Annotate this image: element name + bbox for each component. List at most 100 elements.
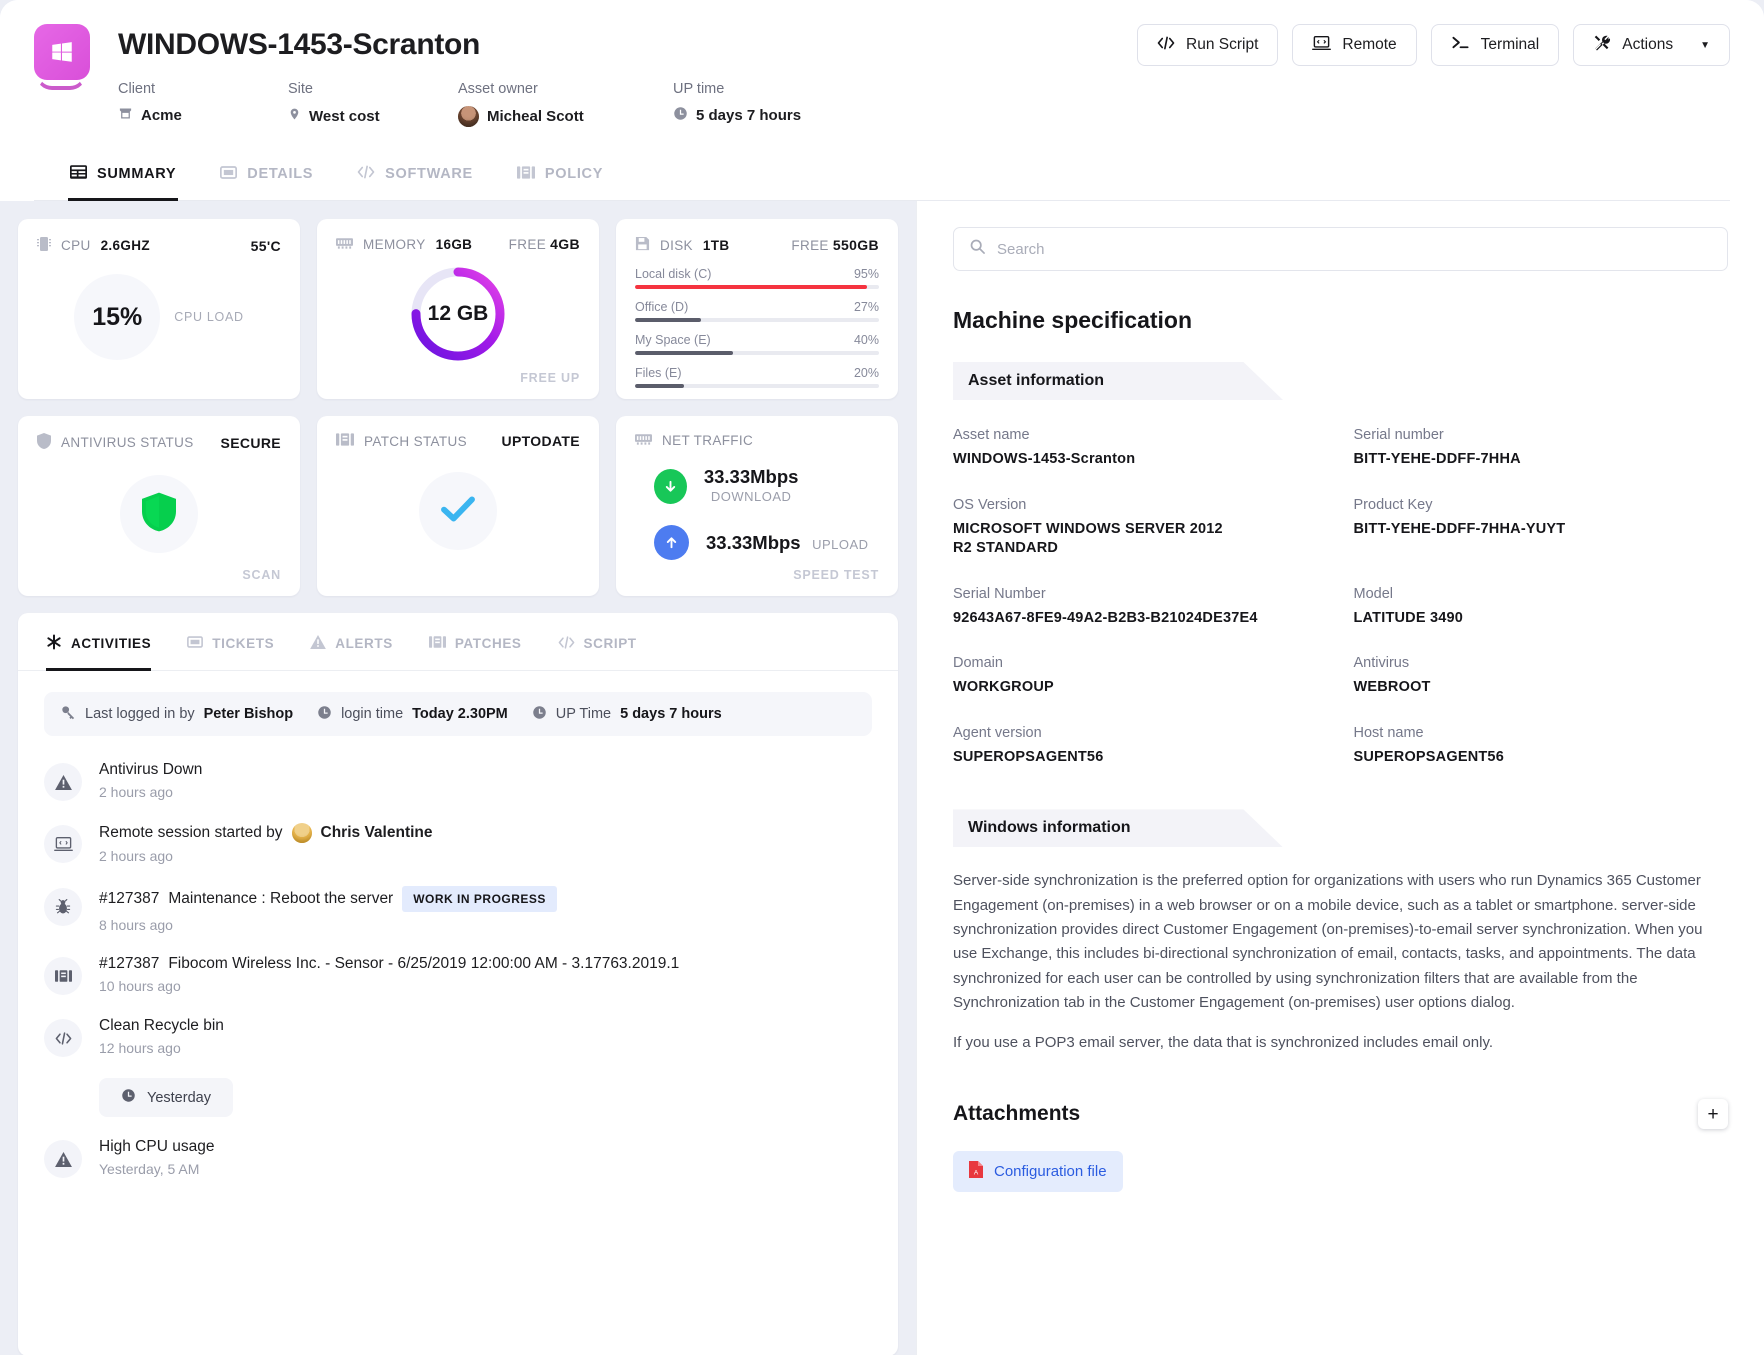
details-icon bbox=[220, 166, 237, 183]
remote-button[interactable]: Remote bbox=[1292, 24, 1416, 66]
meta-asset-owner: Asset owner Micheal Scott bbox=[458, 81, 673, 127]
disk-value: 1TB bbox=[703, 238, 730, 253]
spec-field: Model LATITUDE 3490 bbox=[1354, 586, 1729, 629]
asset-information-header: Asset information bbox=[953, 362, 1283, 400]
tab-label: PATCHES bbox=[455, 636, 522, 651]
activity-title: High CPU usage bbox=[99, 1138, 214, 1156]
asterisk-icon bbox=[46, 634, 62, 653]
actions-button[interactable]: Actions ▼ bbox=[1573, 24, 1730, 66]
meta-site: Site West cost bbox=[288, 81, 458, 127]
meta-text: Micheal Scott bbox=[487, 108, 584, 125]
activity-time: Yesterday, 5 AM bbox=[99, 1161, 214, 1177]
speed-test-link[interactable]: SPEED TEST bbox=[793, 568, 879, 582]
page-section-title: Machine specification bbox=[953, 307, 1728, 334]
patch-icon bbox=[429, 636, 446, 651]
cpu-temperature: 55'C bbox=[251, 238, 281, 254]
patch-status: UPTODATE bbox=[501, 433, 580, 449]
memory-label: MEMORY bbox=[363, 237, 426, 252]
spec-field: Domain WORKGROUP bbox=[953, 655, 1328, 698]
warning-icon bbox=[310, 635, 326, 652]
download-row: 33.33Mbps DOWNLOAD bbox=[654, 466, 879, 506]
key-icon bbox=[61, 705, 76, 724]
net-traffic-card: NET TRAFFIC 33.33Mbps DOWNLOAD bbox=[616, 416, 898, 596]
attachment-item[interactable]: A Configuration file bbox=[953, 1151, 1123, 1192]
tab-label: ALERTS bbox=[335, 636, 393, 651]
search-input[interactable] bbox=[997, 241, 1711, 258]
list-item[interactable]: Antivirus Down 2 hours ago bbox=[44, 750, 872, 812]
login-time-value: Today 2.30PM bbox=[412, 706, 508, 722]
shield-icon bbox=[142, 492, 176, 537]
left-pane: CPU 2.6GHZ 55'C 15% CPU LOAD bbox=[0, 201, 916, 1355]
windows-paragraph: If you use a POP3 email server, the data… bbox=[953, 1031, 1728, 1055]
list-item[interactable]: #127387 Maintenance : Reboot the server … bbox=[44, 875, 872, 944]
tab-label: ACTIVITIES bbox=[71, 636, 151, 651]
cpu-load-value: 15% bbox=[92, 303, 142, 332]
location-pin-icon bbox=[288, 106, 301, 126]
store-icon bbox=[118, 106, 133, 125]
spec-value: WORKGROUP bbox=[953, 678, 1328, 698]
spec-field: Antivirus WEBROOT bbox=[1354, 655, 1729, 698]
button-label: Run Script bbox=[1186, 36, 1258, 54]
spec-value: BITT-YEHE-DDFF-7HHA-YUYT bbox=[1354, 520, 1729, 540]
list-item[interactable]: #127387 Fibocom Wireless Inc. - Sensor -… bbox=[44, 944, 872, 1006]
list-item[interactable]: Clean Recycle bin 12 hours ago bbox=[44, 1006, 872, 1068]
antivirus-status-badge bbox=[120, 475, 198, 553]
code-icon bbox=[558, 636, 575, 652]
search-box[interactable] bbox=[953, 227, 1728, 271]
code-icon bbox=[357, 165, 375, 183]
activity-title: Maintenance : Reboot the server bbox=[168, 890, 393, 908]
activity-time: 10 hours ago bbox=[99, 978, 679, 994]
tab-label: SCRIPT bbox=[584, 636, 637, 651]
scan-link[interactable]: SCAN bbox=[242, 568, 281, 582]
remote-desktop-icon bbox=[1312, 35, 1331, 56]
meta-label: UP time bbox=[673, 81, 888, 97]
asset-summary-page: WINDOWS-1453-Scranton Client Acme Site bbox=[0, 0, 1764, 1355]
cpu-chip-icon bbox=[37, 236, 51, 255]
tab-activities[interactable]: ACTIVITIES bbox=[46, 634, 151, 671]
drive-bar bbox=[635, 384, 879, 388]
tab-patches[interactable]: PATCHES bbox=[429, 634, 522, 671]
disk-free-value: 550GB bbox=[833, 237, 879, 253]
tab-software[interactable]: SOFTWARE bbox=[355, 154, 475, 201]
activity-time: 12 hours ago bbox=[99, 1040, 224, 1056]
clock-icon bbox=[317, 705, 332, 724]
download-label: DOWNLOAD bbox=[711, 489, 792, 504]
list-item[interactable]: High CPU usage Yesterday, 5 AM bbox=[44, 1127, 872, 1189]
disk-drive-row: Office (D) 27% bbox=[635, 300, 879, 322]
terminal-button[interactable]: Terminal bbox=[1431, 24, 1560, 66]
activity-title: Fibocom Wireless Inc. - Sensor - 6/25/20… bbox=[168, 955, 679, 973]
activity-list: Antivirus Down 2 hours ago Remote sessio… bbox=[18, 736, 898, 1189]
last-logged-user: Peter Bishop bbox=[204, 706, 293, 722]
metrics-row-2: ANTIVIRUS STATUS SECURE SCAN bbox=[18, 416, 898, 596]
tab-tickets[interactable]: TICKETS bbox=[187, 634, 274, 671]
spec-value: BITT-YEHE-DDFF-7HHA bbox=[1354, 450, 1729, 470]
clock-icon bbox=[121, 1088, 136, 1107]
shield-icon bbox=[37, 433, 51, 452]
antivirus-status: SECURE bbox=[221, 435, 281, 451]
spec-label: Asset name bbox=[953, 427, 1328, 443]
tab-details[interactable]: DETAILS bbox=[218, 154, 315, 201]
disk-drive-list: Local disk (C) 95% Office (D) 27% bbox=[635, 267, 879, 388]
ticket-icon bbox=[187, 636, 203, 651]
spec-label: Antivirus bbox=[1354, 655, 1729, 671]
button-label: Actions bbox=[1622, 36, 1673, 54]
spec-value: SUPEROPSAGENT56 bbox=[1354, 748, 1729, 768]
tab-alerts[interactable]: ALERTS bbox=[310, 634, 393, 671]
add-attachment-button[interactable]: + bbox=[1698, 1099, 1728, 1129]
avatar bbox=[292, 823, 312, 843]
cpu-value: 2.6GHZ bbox=[101, 238, 150, 253]
tab-policy[interactable]: POLICY bbox=[515, 154, 605, 201]
login-info-bar: Last logged in by Peter Bishop login tim… bbox=[44, 692, 872, 736]
list-item[interactable]: Remote session started by Chris Valentin… bbox=[44, 812, 872, 875]
tab-label: SOFTWARE bbox=[385, 166, 473, 182]
drive-percent: 20% bbox=[854, 366, 879, 380]
free-up-link[interactable]: FREE UP bbox=[520, 371, 580, 385]
run-script-button[interactable]: Run Script bbox=[1137, 24, 1278, 66]
memory-used-value: 12 GB bbox=[408, 264, 508, 364]
tab-script[interactable]: SCRIPT bbox=[558, 634, 637, 671]
tools-icon bbox=[1593, 34, 1611, 57]
cpu-load-caption: CPU LOAD bbox=[174, 310, 244, 324]
tab-summary[interactable]: SUMMARY bbox=[68, 154, 178, 201]
meta-value: 5 days 7 hours bbox=[673, 106, 888, 125]
disk-label: DISK bbox=[660, 238, 693, 253]
